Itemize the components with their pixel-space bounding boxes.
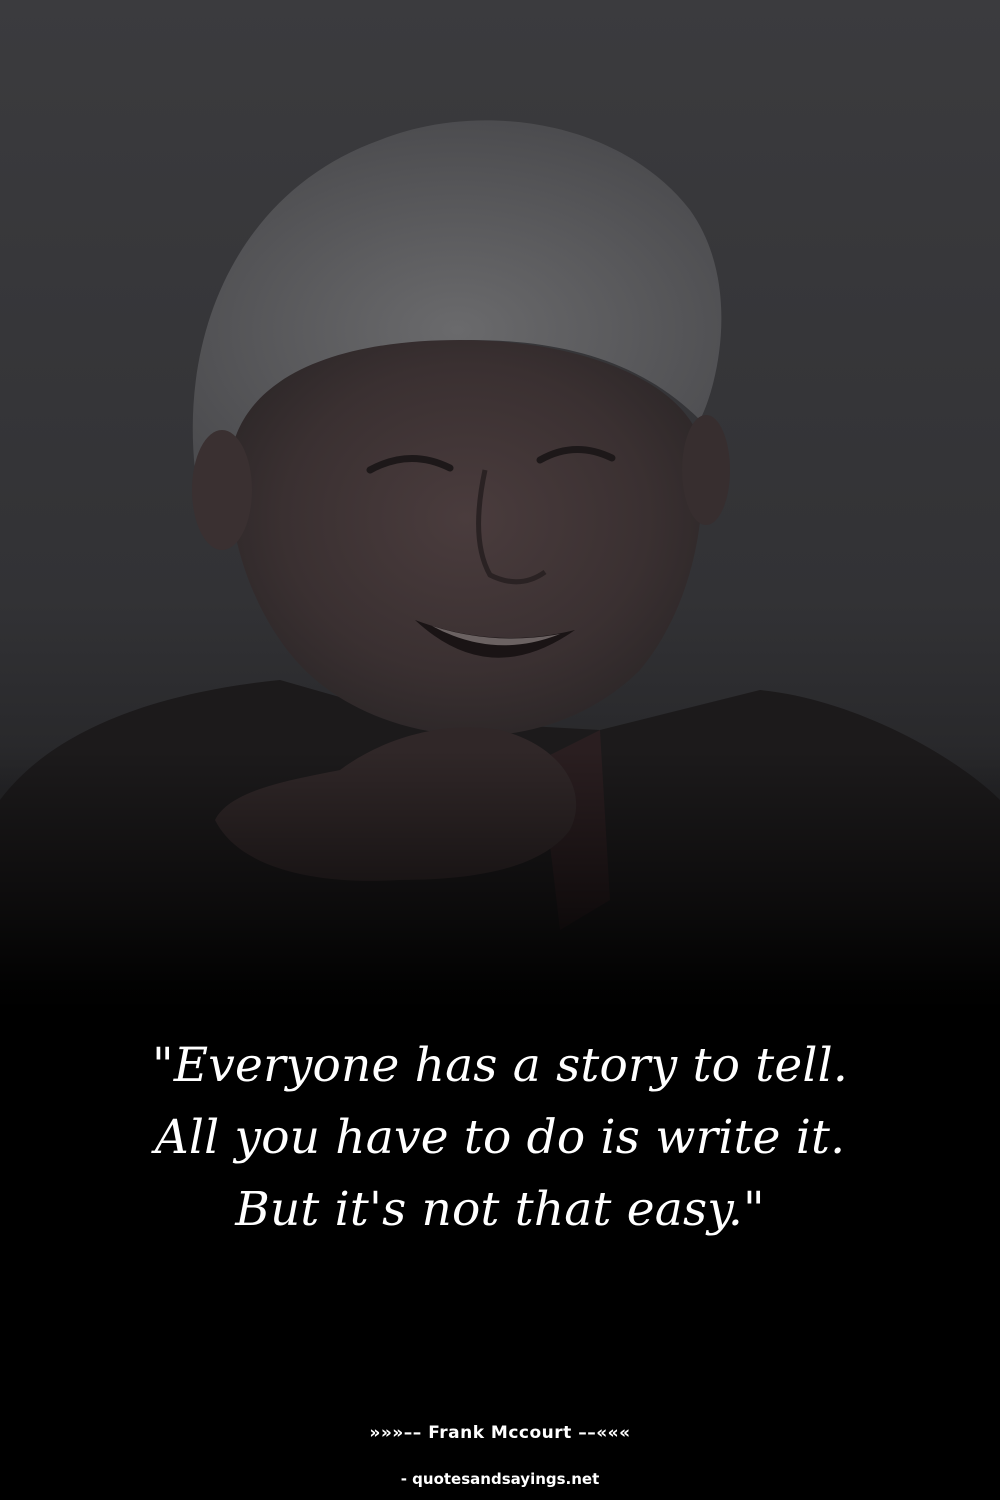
source-credit: - quotesandsayings.net (400, 1470, 600, 1488)
quote-poster: "Everyone has a story to tell. All you h… (0, 0, 1000, 1500)
quote-text: "Everyone has a story to tell. All you h… (151, 1038, 849, 1237)
fade-overlay (0, 0, 1000, 1500)
author-attribution: »»»–– Frank Mccourt ––««« (369, 1423, 631, 1443)
